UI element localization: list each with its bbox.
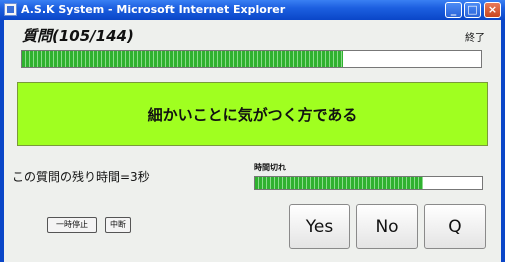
ie-icon: [4, 3, 17, 16]
timeout-label: 時間切れ: [254, 163, 286, 172]
page-content: 質問(105/144) 終了 細かいことに気がつく方である この質問の残り時間=…: [4, 20, 501, 262]
question-text: 細かいことに気がつく方である: [147, 105, 358, 124]
timer-progress-bar: [254, 176, 483, 190]
window-titlebar: A.S.K System - Microsoft Internet Explor…: [0, 0, 505, 20]
timer-progress-fill: [255, 177, 423, 189]
yes-button[interactable]: Yes: [289, 204, 350, 249]
stop-button[interactable]: 中断: [105, 217, 131, 233]
question-box: 細かいことに気がつく方である: [17, 82, 488, 146]
question-counter: 質問(105/144): [22, 27, 134, 45]
overall-progress-fill: [22, 51, 344, 67]
remaining-time-text: この質問の残り時間=3秒: [12, 170, 150, 184]
maximize-button[interactable]: □: [464, 2, 481, 18]
q-button[interactable]: Q: [424, 204, 486, 249]
minimize-button[interactable]: _: [445, 2, 462, 18]
overall-progress-bar: [21, 50, 482, 68]
pause-button[interactable]: 一時停止: [47, 217, 97, 233]
close-button[interactable]: ×: [484, 2, 501, 18]
no-button[interactable]: No: [356, 204, 418, 249]
window-title: A.S.K System - Microsoft Internet Explor…: [21, 3, 286, 16]
end-link[interactable]: 終了: [465, 29, 485, 44]
window-frame-right: [501, 20, 505, 262]
